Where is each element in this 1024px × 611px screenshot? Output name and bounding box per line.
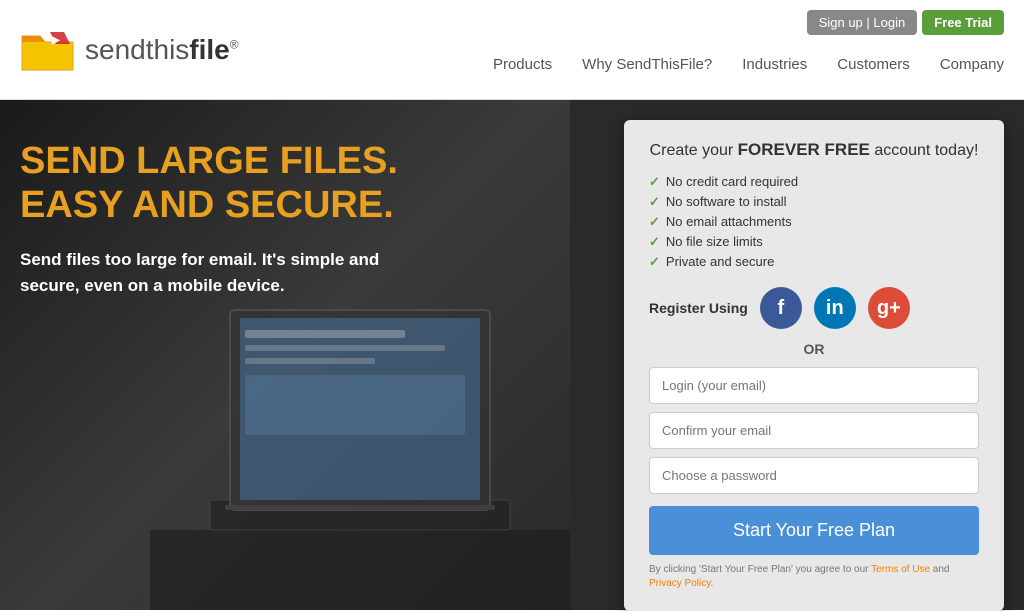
hero-text-block: SEND LARGE FILES. EASY AND SECURE. Send … — [20, 140, 400, 298]
header: ▶ sendthisfile® Products Why SendThisFil… — [0, 0, 1024, 100]
register-label: Register Using — [649, 300, 748, 316]
hero-subtext: Send files too large for email. It's sim… — [20, 247, 400, 298]
nav-customers[interactable]: Customers — [837, 56, 910, 73]
nav-products[interactable]: Products — [493, 56, 552, 73]
password-input[interactable] — [649, 457, 979, 494]
main-nav: Products Why SendThisFile? Industries Cu… — [493, 56, 1004, 73]
checklist-item: No software to install — [649, 192, 979, 212]
signup-login-button[interactable]: Sign up | Login — [807, 10, 918, 35]
nav-industries[interactable]: Industries — [742, 56, 807, 73]
terms-of-use-link[interactable]: Terms of Use — [871, 564, 930, 575]
email-input[interactable] — [649, 367, 979, 404]
checklist-item: Private and secure — [649, 252, 979, 272]
checklist-item: No credit card required — [649, 172, 979, 192]
reg-card-title: Create your FOREVER FREE account today! — [649, 140, 979, 160]
checklist-item: No email attachments — [649, 212, 979, 232]
hero-headline: SEND LARGE FILES. EASY AND SECURE. — [20, 140, 400, 227]
feature-checklist: No credit card required No software to i… — [649, 172, 979, 272]
top-right-actions: Sign up | Login Free Trial — [807, 10, 1004, 35]
confirm-email-input[interactable] — [649, 412, 979, 449]
checklist-item: No file size limits — [649, 232, 979, 252]
nav-company[interactable]: Company — [940, 56, 1004, 73]
free-trial-button[interactable]: Free Trial — [922, 10, 1004, 35]
or-divider: OR — [649, 341, 979, 357]
google-register-button[interactable]: g+ — [868, 287, 910, 329]
terms-text: By clicking 'Start Your Free Plan' you a… — [649, 563, 979, 591]
hero-section: SEND LARGE FILES. EASY AND SECURE. Send … — [0, 100, 1024, 610]
registration-card: Create your FOREVER FREE account today! … — [624, 120, 1004, 611]
svg-text:▶: ▶ — [51, 35, 61, 46]
facebook-register-button[interactable]: f — [760, 287, 802, 329]
social-register-row: Register Using f in g+ — [649, 287, 979, 329]
logo-text: sendthisfile® — [85, 34, 239, 66]
logo-area: ▶ sendthisfile® — [20, 22, 239, 77]
linkedin-register-button[interactable]: in — [814, 287, 856, 329]
privacy-policy-link[interactable]: Privacy Policy — [649, 578, 711, 589]
start-free-plan-button[interactable]: Start Your Free Plan — [649, 506, 979, 555]
logo-icon: ▶ — [20, 22, 75, 77]
nav-why[interactable]: Why SendThisFile? — [582, 56, 712, 73]
